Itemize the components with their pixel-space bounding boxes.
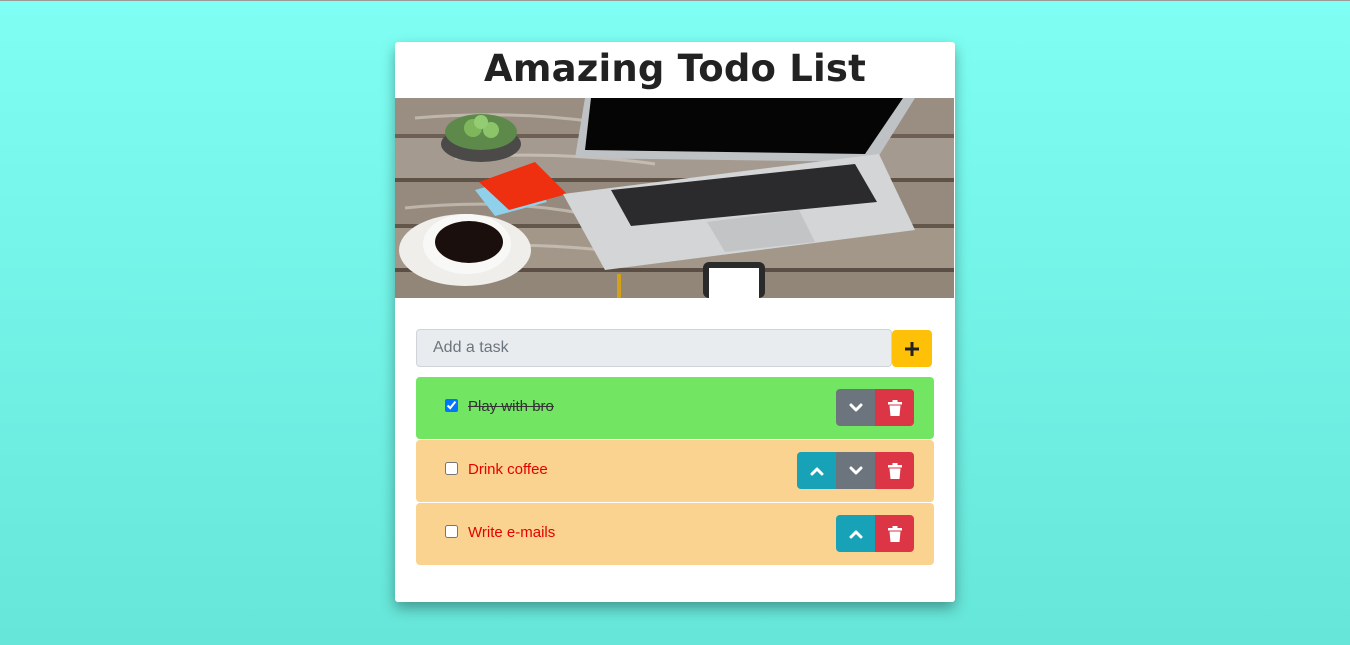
chevron-down-icon (849, 466, 862, 474)
task-item: Write e-mails (416, 503, 934, 565)
chevron-down-icon (849, 403, 862, 411)
trash-icon (887, 462, 902, 479)
todo-card: Amazing Todo List Add a task Play with b… (395, 42, 955, 602)
task-label: Drink coffee (468, 461, 548, 478)
task-actions (797, 452, 914, 489)
page-title: Amazing Todo List (484, 47, 866, 90)
move-up-button[interactable] (836, 515, 875, 552)
delete-button[interactable] (875, 389, 914, 426)
move-up-button[interactable] (797, 452, 836, 489)
add-task-input[interactable] (416, 329, 892, 367)
chevron-up-icon (810, 467, 823, 475)
task-actions (836, 389, 914, 426)
task-actions (836, 515, 914, 552)
task-label: Write e-mails (468, 524, 556, 541)
trash-icon (887, 525, 902, 542)
task-item: Drink coffee (416, 440, 934, 502)
trash-icon (887, 399, 902, 416)
top-border (0, 0, 1350, 1)
delete-button[interactable] (875, 452, 914, 489)
move-down-button[interactable] (836, 452, 875, 489)
task-item: Play with bro (416, 377, 934, 439)
plus-icon (905, 341, 919, 356)
hero-image (395, 98, 954, 298)
task-list: Play with bro Drink coffee Write e-mails (416, 377, 934, 566)
move-down-button[interactable] (836, 389, 875, 426)
chevron-up-icon (849, 530, 862, 538)
task-checkbox[interactable] (445, 525, 458, 538)
task-checkbox[interactable] (445, 462, 458, 475)
add-task-button[interactable] (892, 330, 932, 367)
task-label: Play with bro (468, 398, 554, 415)
task-checkbox[interactable] (445, 399, 458, 412)
add-task-row (416, 329, 932, 367)
delete-button[interactable] (875, 515, 914, 552)
